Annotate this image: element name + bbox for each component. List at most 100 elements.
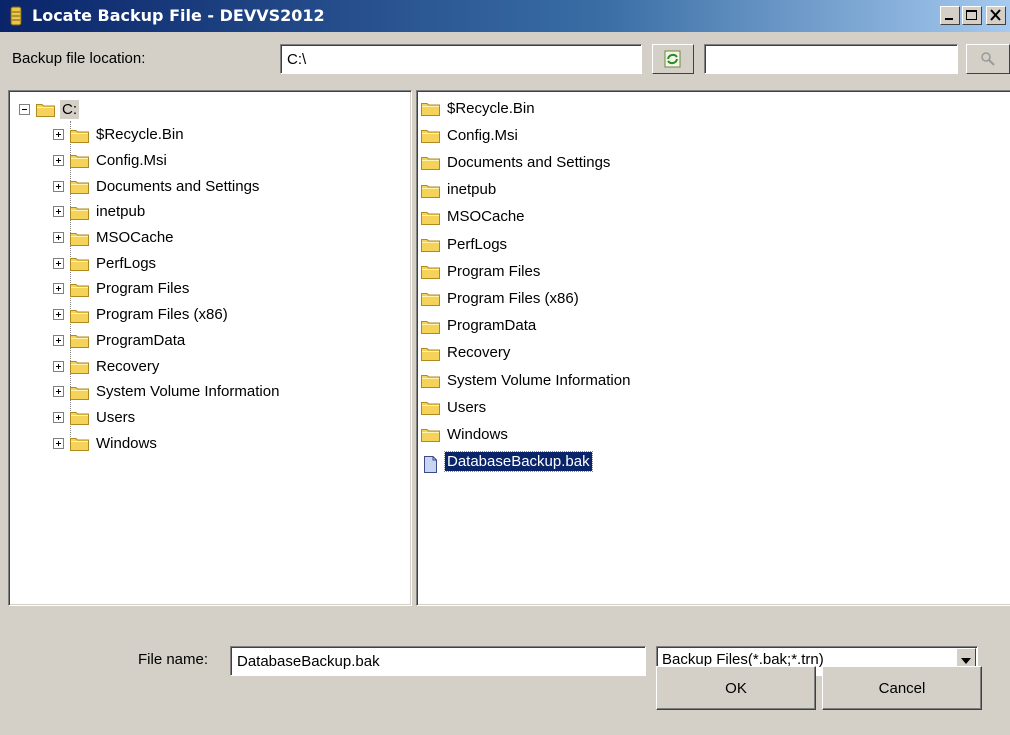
tree-item[interactable]: Config.Msi [53, 148, 169, 172]
file-item-label: PerfLogs [447, 235, 508, 253]
search-input[interactable] [704, 44, 958, 74]
folder-item[interactable]: Program Files (x86) [421, 286, 581, 310]
expand-icon[interactable] [53, 154, 64, 166]
file-item-label: inetpub [447, 181, 497, 199]
tree-item-label: ProgramData [96, 331, 186, 349]
folder-item[interactable]: Documents and Settings [421, 150, 612, 174]
tree-item[interactable]: Documents and Settings [53, 174, 261, 198]
folder-icon [70, 153, 89, 169]
folder-tree[interactable]: C: $Recycle.Bin Config.Msi Documents and Se… [8, 90, 412, 606]
tree-item[interactable]: $Recycle.Bin [53, 123, 186, 147]
tree-item[interactable]: PerfLogs [53, 251, 158, 275]
folder-item[interactable]: PerfLogs [421, 232, 509, 256]
file-item-label: $Recycle.Bin [447, 99, 535, 117]
expand-icon[interactable] [53, 180, 64, 192]
window-title: Locate Backup File - DEVVS2012 [32, 6, 325, 25]
tree-item-label: $Recycle.Bin [96, 126, 184, 144]
backup-file-icon [6, 6, 26, 26]
file-item-label: ProgramData [447, 317, 537, 335]
file-item-label: MSOCache [447, 208, 525, 226]
folder-item[interactable]: Windows [421, 422, 510, 446]
expand-icon[interactable] [53, 360, 64, 372]
folder-icon [70, 256, 89, 272]
folder-item[interactable]: MSOCache [421, 205, 527, 229]
tree-item[interactable]: Program Files (x86) [53, 303, 230, 327]
folder-item[interactable]: Program Files [421, 259, 542, 283]
tree-item-label: System Volume Information [96, 383, 280, 401]
tree-item[interactable]: Users [53, 405, 137, 429]
expand-icon[interactable] [53, 437, 64, 449]
file-item-label: Config.Msi [447, 126, 518, 144]
tree-item-label: Program Files (x86) [96, 306, 228, 324]
tree-item-label: C: [60, 99, 79, 119]
backup-location-input[interactable] [280, 44, 642, 74]
refresh-icon [664, 50, 681, 68]
tree-item-label: PerfLogs [96, 254, 157, 272]
tree-item[interactable]: Windows [53, 431, 159, 455]
folder-icon [70, 333, 89, 349]
file-item-label: System Volume Information [447, 371, 631, 389]
expand-icon[interactable] [53, 283, 64, 295]
folder-item[interactable]: Config.Msi [421, 123, 520, 147]
folder-icon [421, 400, 440, 416]
file-name-label: File name: [138, 651, 209, 668]
folder-icon [421, 346, 440, 361]
tree-item-label: Program Files [96, 280, 190, 298]
file-item-label: DatabaseBackup.bak [444, 451, 593, 473]
folder-icon [70, 205, 89, 220]
tree-item[interactable]: Program Files [53, 277, 191, 301]
tree-item[interactable]: inetpub [53, 200, 147, 224]
folder-icon [421, 264, 440, 280]
folder-item[interactable]: $Recycle.Bin [421, 96, 537, 120]
maximize-icon[interactable] [962, 6, 982, 25]
folder-item[interactable]: System Volume Information [421, 368, 632, 392]
folder-icon [421, 101, 440, 116]
tree-item[interactable]: System Volume Information [53, 380, 281, 404]
file-item[interactable]: DatabaseBackup.bak [421, 450, 593, 474]
tree-item-root[interactable]: C: [19, 97, 79, 121]
expand-icon[interactable] [53, 206, 64, 218]
search-button[interactable] [966, 44, 1010, 74]
folder-icon [421, 183, 440, 198]
folder-item[interactable]: Recovery [421, 341, 512, 365]
minimize-icon[interactable] [940, 6, 960, 25]
ok-button[interactable]: OK [656, 666, 816, 710]
folder-icon [70, 385, 89, 400]
folder-icon [421, 373, 440, 388]
tree-item[interactable]: ProgramData [53, 328, 187, 352]
collapse-icon[interactable] [19, 103, 30, 115]
tree-item-label: MSOCache [96, 229, 174, 246]
folder-icon [421, 237, 440, 252]
close-icon[interactable] [986, 6, 1006, 25]
file-item-label: Users [447, 398, 487, 416]
folder-icon [421, 210, 440, 225]
expand-icon[interactable] [53, 232, 64, 243]
folder-icon [421, 427, 440, 443]
file-icon [421, 455, 440, 473]
folder-item[interactable]: Users [421, 395, 488, 419]
tree-item-label: Windows [96, 434, 157, 452]
refresh-button[interactable] [652, 44, 694, 74]
search-icon [981, 52, 995, 66]
expand-icon[interactable] [53, 386, 64, 398]
expand-icon[interactable] [53, 411, 64, 423]
folder-icon [70, 231, 89, 246]
file-name-input[interactable] [230, 646, 646, 676]
expand-icon[interactable] [53, 257, 64, 269]
folder-icon [36, 102, 55, 117]
tree-item-label: Users [96, 408, 136, 426]
tree-item[interactable]: MSOCache [53, 226, 176, 250]
folder-icon [421, 291, 440, 307]
file-list[interactable]: $Recycle.Bin Config.Msi Documents and Sett… [416, 90, 1010, 606]
folder-icon [421, 319, 440, 334]
tree-item[interactable]: Recovery [53, 354, 161, 378]
folder-icon [70, 282, 89, 297]
tree-item-label: Documents and Settings [96, 177, 260, 195]
folder-item[interactable]: inetpub [421, 178, 498, 202]
folder-item[interactable]: ProgramData [421, 314, 538, 338]
expand-icon[interactable] [53, 309, 64, 321]
cancel-button[interactable]: Cancel [822, 666, 982, 710]
expand-icon[interactable] [53, 129, 64, 141]
file-item-label: Documents and Settings [447, 153, 611, 171]
expand-icon[interactable] [53, 334, 64, 346]
